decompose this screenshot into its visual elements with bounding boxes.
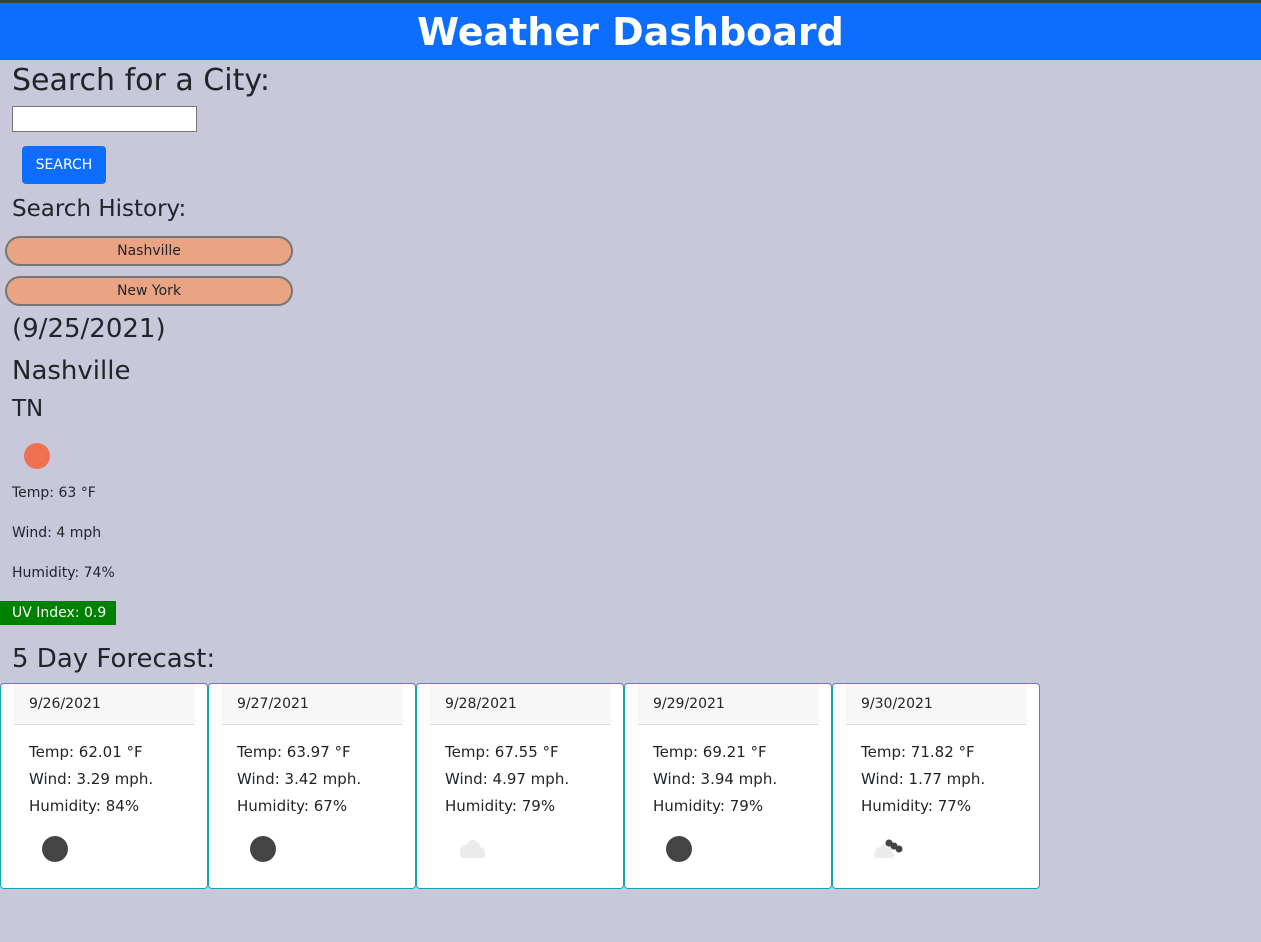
forecast-wind: Wind: 3.42 mph. xyxy=(237,770,362,788)
current-date: (9/25/2021) xyxy=(12,314,166,344)
forecast-wind: Wind: 3.29 mph. xyxy=(29,770,154,788)
forecast-humidity: Humidity: 84% xyxy=(29,797,140,815)
forecast-date: 9/28/2021 xyxy=(429,684,611,725)
dark-circle-icon xyxy=(42,836,68,862)
forecast-humidity: Humidity: 79% xyxy=(653,797,764,815)
forecast-cards: 9/26/2021 Temp: 62.01 °F Wind: 3.29 mph.… xyxy=(0,683,1040,889)
forecast-humidity: Humidity: 67% xyxy=(237,797,348,815)
page-title: Weather Dashboard xyxy=(417,9,844,54)
forecast-wind: Wind: 3.94 mph. xyxy=(653,770,778,788)
cloud-icon xyxy=(460,840,485,858)
sun-icon xyxy=(24,443,50,469)
forecast-date: 9/26/2021 xyxy=(13,684,195,725)
forecast-date: 9/29/2021 xyxy=(637,684,819,725)
search-button[interactable]: SEARCH xyxy=(22,146,106,184)
forecast-humidity: Humidity: 79% xyxy=(445,797,556,815)
current-state: TN xyxy=(12,396,44,422)
city-search-input[interactable] xyxy=(12,106,197,132)
history-item-nashville[interactable]: Nashville xyxy=(5,236,293,266)
forecast-temp: Temp: 69.21 °F xyxy=(653,743,767,761)
forecast-temp: Temp: 63.97 °F xyxy=(237,743,351,761)
forecast-card: 9/27/2021 Temp: 63.97 °F Wind: 3.42 mph.… xyxy=(208,683,416,889)
forecast-date: 9/27/2021 xyxy=(221,684,403,725)
forecast-card: 9/29/2021 Temp: 69.21 °F Wind: 3.94 mph.… xyxy=(624,683,832,889)
search-history-heading: Search History: xyxy=(12,196,187,222)
forecast-card: 9/28/2021 Temp: 67.55 °F Wind: 4.97 mph.… xyxy=(416,683,624,889)
forecast-card: 9/26/2021 Temp: 62.01 °F Wind: 3.29 mph.… xyxy=(0,683,208,889)
uv-index-badge: UV Index: 0.9 xyxy=(0,601,116,625)
history-item-new-york[interactable]: New York xyxy=(5,276,293,306)
forecast-heading: 5 Day Forecast: xyxy=(12,644,216,674)
forecast-wind: Wind: 1.77 mph. xyxy=(861,770,986,788)
current-temp: Temp: 63 °F xyxy=(12,485,96,501)
current-humidity: Humidity: 74% xyxy=(12,565,115,581)
dark-circle-icon xyxy=(666,836,692,862)
forecast-temp: Temp: 67.55 °F xyxy=(445,743,559,761)
forecast-date: 9/30/2021 xyxy=(845,684,1027,725)
broken-clouds-icon xyxy=(874,839,903,858)
forecast-wind: Wind: 4.97 mph. xyxy=(445,770,570,788)
app-header: Weather Dashboard xyxy=(0,3,1261,60)
forecast-card: 9/30/2021 Temp: 71.82 °F Wind: 1.77 mph.… xyxy=(832,683,1040,889)
forecast-temp: Temp: 62.01 °F xyxy=(29,743,143,761)
forecast-humidity: Humidity: 77% xyxy=(861,797,972,815)
current-wind: Wind: 4 mph xyxy=(12,525,102,541)
forecast-temp: Temp: 71.82 °F xyxy=(861,743,975,761)
dark-circle-icon xyxy=(250,836,276,862)
current-city: Nashville xyxy=(12,356,131,386)
search-heading: Search for a City: xyxy=(12,63,271,98)
